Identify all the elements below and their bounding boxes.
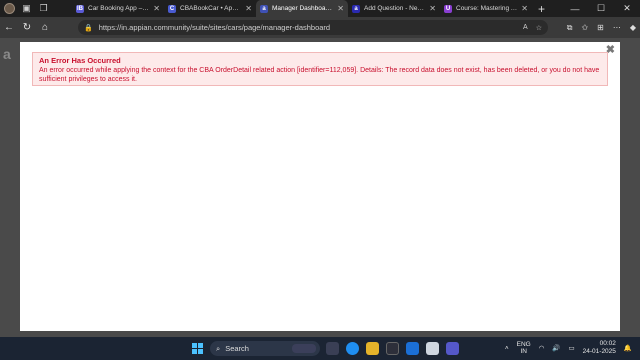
tab-favicon-icon: a [260,4,268,13]
refresh-icon[interactable]: ↻ [18,22,36,33]
start-icon[interactable] [192,343,203,354]
close-window-icon[interactable]: ✕ [614,0,640,17]
edge-icon[interactable] [346,342,359,355]
battery-icon[interactable]: ▭ [569,344,575,352]
search-icon: ⌕ [216,343,221,353]
task-view-icon[interactable] [326,342,339,355]
copilot-icon[interactable]: ◆ [630,23,636,32]
search-highlight-icon [292,344,316,353]
new-tab-button[interactable]: + [538,2,545,16]
favorite-star-icon[interactable]: ☆ [536,24,542,32]
read-aloud-icon[interactable]: A [523,24,528,32]
taskbar: ⌕ Search ˄ ENG IN ◠ 🔊 ▭ 00:02 24-01-2025… [0,337,640,360]
teams-icon[interactable] [446,342,459,355]
lock-icon[interactable]: 🔒 [84,24,93,32]
tab-actions-icon[interactable]: ❐ [38,3,49,14]
tab-favicon-icon: C [168,4,176,13]
taskbar-apps [326,342,459,355]
tab-favicon-icon: U [444,4,452,13]
chevron-up-icon[interactable]: ˄ [505,345,509,352]
window-controls: — ☐ ✕ [562,0,640,17]
minimize-icon[interactable]: — [562,0,588,17]
close-tab-icon[interactable]: ✕ [429,4,436,13]
search-label: Search [225,344,249,353]
more-options-icon[interactable]: ⋯ [613,23,621,32]
system-tray: ˄ ENG IN ◠ 🔊 ▭ 00:02 24-01-2025 🔔 [505,340,632,356]
error-details: An error occurred while applying the con… [39,67,600,83]
notifications-icon[interactable]: 🔔 [624,344,632,352]
tab-title: Manager Dashboard • [272,5,334,12]
profile-avatar[interactable] [4,3,15,14]
home-icon[interactable]: ⌂ [36,22,54,33]
error-title: An Error Has Occurred [39,56,121,65]
tab-title: Add Question - New to [364,5,426,12]
error-dialog: ✖ An Error Has Occurred An error occurre… [20,42,620,331]
address-bar-row: ← ↻ ⌂ 🔒 https://in.appian.community/suit… [0,17,640,38]
maximize-icon[interactable]: ☐ [588,0,614,17]
close-tab-icon[interactable]: ✕ [337,4,344,13]
tab-favicon-icon: IB [76,4,84,13]
browser-tab[interactable]: IB Car Booking App – Buil ✕ [72,0,164,17]
url-text[interactable]: https://in.appian.community/suite/sites/… [99,23,330,32]
tab-title: CBABookCar • Appian S [180,5,241,12]
tab-favicon-icon: a [352,4,360,13]
store-icon[interactable] [386,342,399,355]
browser-tab[interactable]: a Manager Dashboard • ✕ [256,0,348,17]
browser-tab[interactable]: C CBABookCar • Appian S ✕ [164,0,256,17]
error-message-box: An Error Has Occurred An error occurred … [32,52,608,86]
address-bar[interactable]: 🔒 https://in.appian.community/suite/site… [78,20,548,35]
language-indicator[interactable]: ENG IN [517,341,531,355]
browser-tab[interactable]: a Add Question - New to ✕ [348,0,440,17]
settings-icon[interactable] [426,342,439,355]
close-tab-icon[interactable]: ✕ [245,4,252,13]
tab-strip: ▣ ❐ IB Car Booking App – Buil ✕ C CBABookCar… [0,0,640,17]
browser-tab[interactable]: U Course: Mastering App ✕ [440,0,532,17]
split-screen-icon[interactable]: ⧉ [567,23,573,33]
collections-icon[interactable]: ⊞ [597,23,604,32]
workspaces-icon[interactable]: ▣ [21,3,32,14]
clock[interactable]: 00:02 24-01-2025 [583,340,616,356]
close-tab-icon[interactable]: ✕ [521,4,528,13]
file-explorer-icon[interactable] [366,342,379,355]
tab-title: Car Booking App – Buil [88,5,150,12]
appian-logo: a [3,46,11,62]
outlook-icon[interactable] [406,342,419,355]
volume-icon[interactable]: 🔊 [552,344,560,352]
page-area: a ✖ An Error Has Occurred An error occur… [0,38,640,337]
tab-title: Course: Mastering App [456,5,518,12]
close-tab-icon[interactable]: ✕ [153,4,160,13]
favorites-icon[interactable]: ✩ [581,23,588,32]
back-icon[interactable]: ← [0,22,18,33]
wifi-icon[interactable]: ◠ [539,344,545,352]
taskbar-search[interactable]: ⌕ Search [210,341,320,356]
